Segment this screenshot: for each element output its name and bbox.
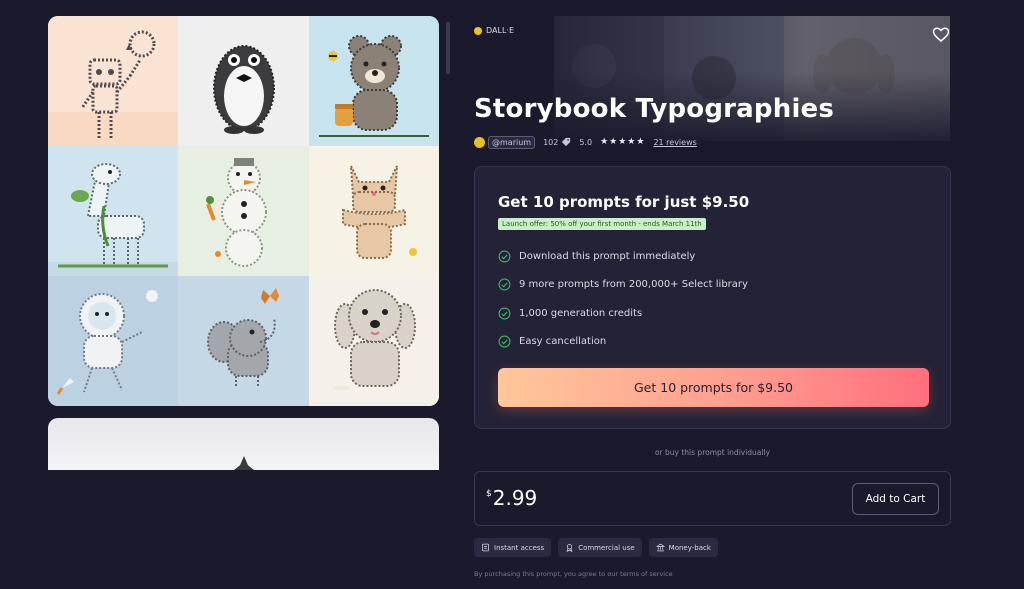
feature-label: Download this prompt immediately: [519, 250, 696, 262]
perk-label: Commercial use: [578, 543, 635, 552]
page-title: Storybook Typographies: [474, 94, 835, 124]
list-item: 9 more prompts from 200,000+ Select libr…: [498, 271, 748, 300]
check-circle-icon: [498, 335, 511, 348]
heart-icon[interactable]: [932, 26, 950, 44]
perk-instant-access: Instant access: [474, 538, 552, 557]
list-item: Download this prompt immediately: [498, 242, 748, 271]
perk-label: Instant access: [494, 543, 545, 552]
perk-money-back: Money-back: [648, 538, 718, 557]
feature-label: 9 more prompts from 200,000+ Select libr…: [519, 279, 748, 291]
document-icon: [482, 543, 489, 552]
views-count: 102: [543, 137, 571, 147]
gallery-scrollbar[interactable]: [446, 22, 450, 74]
gallery-image-snowman[interactable]: [178, 146, 309, 276]
currency-symbol: $: [486, 489, 492, 499]
gallery-image-astronaut[interactable]: [48, 276, 178, 406]
badge-icon: [566, 544, 573, 552]
feature-label: 1,000 generation credits: [519, 307, 643, 319]
bank-icon: [655, 543, 665, 552]
image-gallery: [48, 16, 439, 406]
star-rating-icons: ★★★★★: [600, 137, 646, 147]
model-label: DALL·E: [486, 26, 515, 35]
subscription-offer-card: Get 10 prompts for just $9.50 Launch off…: [474, 166, 951, 429]
gallery-image-next[interactable]: [48, 418, 439, 470]
price: $2.99: [486, 486, 537, 510]
offer-features-list: Download this prompt immediately 9 more …: [498, 242, 748, 356]
gallery-image-penguin[interactable]: [178, 16, 309, 146]
perk-label: Money-back: [668, 543, 711, 552]
gallery-image-puppy[interactable]: [309, 276, 439, 406]
add-to-cart-button[interactable]: Add to Cart: [852, 483, 939, 515]
get-prompts-button[interactable]: Get 10 prompts for $9.50: [498, 368, 929, 407]
product-meta: @marium 102 5.0 ★★★★★ 21 reviews: [474, 135, 697, 149]
gallery-image-bear[interactable]: [309, 16, 439, 146]
buy-individually-text: or buy this prompt individually: [654, 448, 771, 457]
avatar: [474, 136, 485, 148]
list-item: Easy cancellation: [498, 328, 748, 357]
author-handle: @marium: [488, 135, 536, 149]
gallery-image-robot[interactable]: [48, 16, 178, 146]
check-circle-icon: [498, 307, 511, 320]
tag-icon: [562, 137, 571, 147]
list-item: 1,000 generation credits: [498, 299, 748, 328]
price-value: 2.99: [492, 486, 538, 510]
perks-row: Instant access Commercial use Money-back: [474, 538, 718, 557]
check-circle-icon: [498, 278, 511, 291]
author-link[interactable]: @marium: [474, 135, 536, 149]
offer-heading: Get 10 prompts for just $9.50: [498, 193, 750, 211]
rating-value: 5.0: [579, 137, 593, 147]
views-value: 102: [543, 137, 559, 147]
individual-purchase-box: $2.99 Add to Cart: [474, 471, 951, 526]
dalle-logo-icon: [474, 26, 482, 35]
gallery-image-giraffe[interactable]: [48, 146, 178, 276]
perk-commercial-use: Commercial use: [558, 538, 642, 557]
model-tag: DALL·E: [474, 26, 514, 35]
launch-offer-badge: Launch offer: 50% off your first month -…: [498, 218, 706, 230]
gallery-image-cat[interactable]: [309, 146, 439, 276]
gallery-image-elephant[interactable]: [178, 276, 309, 406]
terms-text: By purchasing this prompt, you agree to …: [474, 570, 673, 578]
reviews-link[interactable]: 21 reviews: [653, 138, 696, 147]
check-circle-icon: [498, 250, 511, 263]
feature-label: Easy cancellation: [519, 336, 607, 348]
